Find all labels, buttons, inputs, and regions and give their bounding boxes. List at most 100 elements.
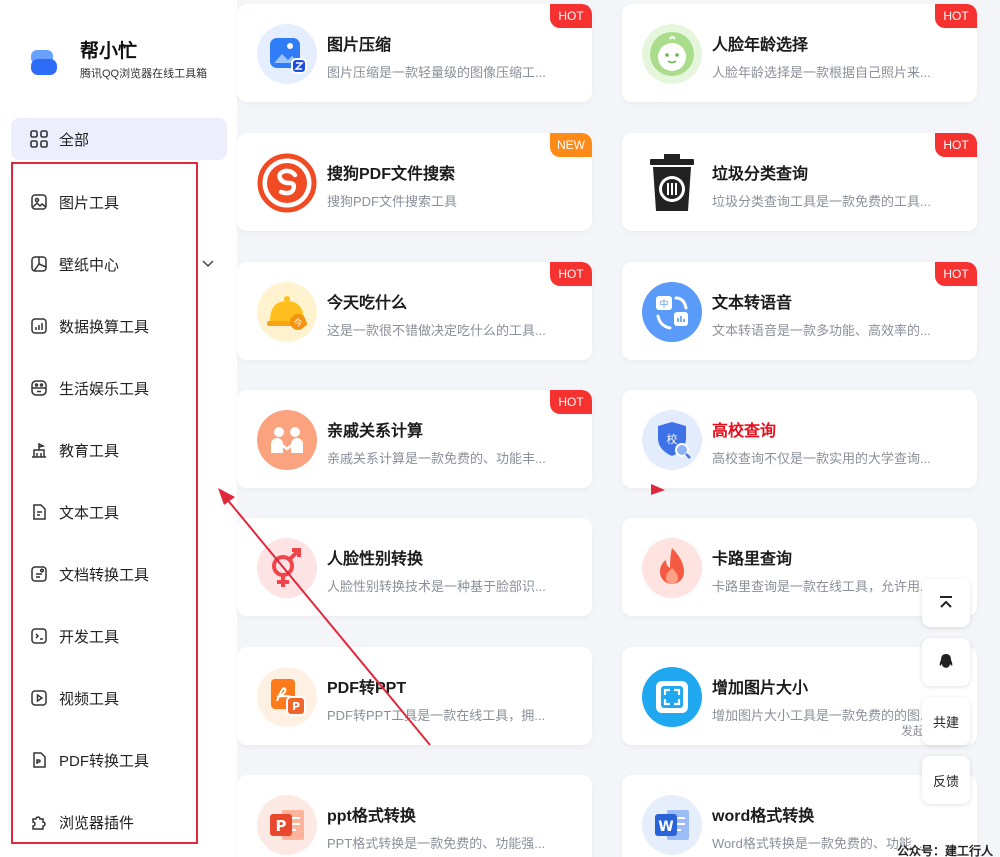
sidebar-item-dev-tools[interactable]: 开发工具: [30, 624, 220, 648]
tool-card-ppt-convert[interactable]: P ppt格式转换 PPT格式转换是一款免费的、功能强...: [237, 775, 592, 857]
text-to-speech-icon: 中: [642, 282, 702, 342]
brand-subtitle: 腾讯QQ浏览器在线工具箱: [80, 68, 208, 80]
sidebar-item-wallpaper[interactable]: 壁纸中心: [30, 252, 220, 276]
card-title: word格式转换: [712, 808, 815, 825]
hot-badge: HOT: [550, 262, 592, 286]
card-title: 高校查询: [712, 423, 777, 440]
sidebar-item-video-tools[interactable]: 视频工具: [30, 686, 220, 710]
video-icon: [31, 690, 47, 706]
hot-badge: HOT: [550, 4, 592, 28]
sidebar-item-pdf-tools[interactable]: PDF转换工具: [30, 748, 220, 772]
flame-icon: [642, 538, 702, 598]
sidebar-item-all[interactable]: 全部: [11, 118, 227, 160]
food-bell-icon: 今: [257, 282, 317, 342]
sidebar-item-label: 教育工具: [59, 442, 120, 460]
sidebar-item-label: 壁纸中心: [59, 256, 120, 274]
sidebar-item-label: 图片工具: [59, 194, 120, 212]
tool-card-garbage-sort[interactable]: 垃圾分类查询 垃圾分类查询工具是一款免费的工具... HOT: [622, 133, 977, 231]
sidebar-item-document-conversion[interactable]: 文档转换工具: [30, 562, 220, 586]
sidebar-item-label: 浏览器插件: [59, 814, 135, 832]
sogou-icon: [257, 153, 317, 213]
card-title: 今天吃什么: [327, 295, 408, 312]
qq-button[interactable]: [922, 638, 970, 686]
tool-card-gender-swap[interactable]: 人脸性别转换 人脸性别转换技术是一种基于脸部识...: [237, 518, 592, 616]
ppt-icon: P: [257, 795, 317, 855]
tool-card-pdf-to-ppt[interactable]: P PDF转PPT PDF转PPT工具是一款在线工具，拥...: [237, 647, 592, 745]
card-title: 文本转语音: [712, 295, 793, 312]
plugin-icon: [32, 816, 46, 830]
card-desc: 亲戚关系计算是一款免费的、功能丰...: [327, 451, 546, 466]
sidebar-item-label: PDF转换工具: [59, 752, 150, 770]
tool-card-sogou-pdf[interactable]: 搜狗PDF文件搜索 搜狗PDF文件搜索工具 NEW: [237, 133, 592, 231]
sidebar-item-label: 文档转换工具: [59, 566, 150, 584]
new-badge: NEW: [550, 133, 592, 157]
card-title: 人脸性别转换: [327, 551, 424, 568]
hot-badge: HOT: [935, 262, 977, 286]
tool-card-school-search[interactable]: 校 高校查询 高校查询不仅是一款实用的大学查询...: [622, 390, 977, 488]
sidebar-item-label: 文本工具: [59, 504, 120, 522]
card-title: 人脸年龄选择: [712, 37, 809, 54]
brand-logo-icon: [28, 44, 62, 78]
text-icon: [33, 504, 46, 520]
back-to-top-button[interactable]: [922, 579, 970, 627]
tool-card-text-to-speech[interactable]: 中 文本转语音 文本转语音是一款多功能、高效率的... HOT: [622, 262, 977, 360]
arrow-up-icon: [940, 596, 952, 608]
sidebar-item-image-tools[interactable]: 图片工具: [30, 190, 220, 214]
word-icon: W: [642, 795, 702, 855]
card-desc: 文本转语音是一款多功能、高效率的...: [712, 323, 931, 338]
sidebar-item-data-conversion[interactable]: 数据换算工具: [30, 314, 220, 338]
card-desc: 高校查询不仅是一款实用的大学查询...: [712, 451, 931, 466]
svg-text:今: 今: [293, 317, 302, 329]
card-title: 图片压缩: [327, 37, 392, 54]
sidebar-item-entertainment[interactable]: 生活娱乐工具: [30, 376, 220, 400]
card-desc: 人脸年龄选择是一款根据自己照片来...: [712, 65, 931, 80]
image-enlarge-icon: [642, 667, 702, 727]
pdf-ppt-icon: P: [257, 667, 317, 727]
baby-face-icon: [642, 24, 702, 84]
hot-badge: HOT: [550, 390, 592, 414]
wallpaper-icon: [31, 256, 47, 272]
sidebar-item-label: 开发工具: [59, 628, 120, 646]
image-compress-icon: [257, 24, 317, 84]
tool-card-image-compress[interactable]: 图片压缩 图片压缩是一款轻量级的图像压缩工... HOT: [237, 4, 592, 102]
card-desc: 卡路里查询是一款在线工具，允许用...: [712, 579, 931, 594]
svg-text:W: W: [658, 819, 673, 835]
trash-bin-icon: [642, 153, 702, 213]
tool-card-what-to-eat[interactable]: 今 今天吃什么 这是一款很不错做决定吃什么的工具... HOT: [237, 262, 592, 360]
qq-icon: [939, 654, 953, 668]
card-title: PDF转PPT: [327, 680, 407, 697]
sidebar-item-text-tools[interactable]: 文本工具: [30, 500, 220, 524]
svg-text:校: 校: [667, 432, 678, 446]
svg-text:P: P: [276, 817, 287, 835]
watermark: 公众号：建工行人: [897, 844, 994, 857]
card-desc: 图片压缩是一款轻量级的图像压缩工...: [327, 65, 546, 80]
gender-icon: [257, 538, 317, 598]
sidebar: 帮小忙 腾讯QQ浏览器在线工具箱 全部 图片工具 壁纸中心 数据换算工具 生活娱…: [0, 0, 237, 857]
sidebar-item-browser-plugins[interactable]: 浏览器插件: [30, 810, 220, 834]
tool-card-face-age[interactable]: 人脸年龄选择 人脸年龄选择是一款根据自己照片来... HOT: [622, 4, 977, 102]
brand-name: 帮小忙: [80, 41, 138, 62]
sidebar-item-label: 数据换算工具: [59, 318, 150, 336]
sidebar-item-education[interactable]: 教育工具: [30, 438, 220, 462]
card-title: 卡路里查询: [712, 551, 793, 568]
cobuild-button[interactable]: 共建: [922, 697, 970, 745]
card-title: ppt格式转换: [327, 808, 416, 825]
chevron-down-icon[interactable]: [200, 255, 216, 271]
card-desc: 搜狗PDF文件搜索工具: [327, 194, 458, 209]
education-icon: [32, 442, 46, 458]
sidebar-item-label: 全部: [59, 131, 90, 149]
feedback-button[interactable]: 反馈: [922, 756, 970, 804]
pdf-icon: [33, 752, 46, 768]
entertainment-icon: [31, 380, 47, 396]
svg-text:中: 中: [659, 298, 668, 310]
brand[interactable]: 帮小忙 腾讯QQ浏览器在线工具箱: [28, 40, 207, 82]
card-desc: 这是一款很不错做决定吃什么的工具...: [327, 323, 546, 338]
grid-icon: [30, 130, 48, 148]
card-desc: 垃圾分类查询工具是一款免费的工具...: [712, 194, 931, 209]
card-title: 亲戚关系计算: [327, 423, 424, 440]
card-desc: PDF转PPT工具是一款在线工具，拥...: [327, 708, 546, 723]
card-title: 垃圾分类查询: [712, 166, 809, 183]
tool-card-relatives[interactable]: 亲戚关系计算 亲戚关系计算是一款免费的、功能丰... HOT: [237, 390, 592, 488]
sidebar-item-label: 视频工具: [59, 690, 120, 708]
card-desc: 人脸性别转换技术是一种基于脸部识...: [327, 579, 546, 594]
